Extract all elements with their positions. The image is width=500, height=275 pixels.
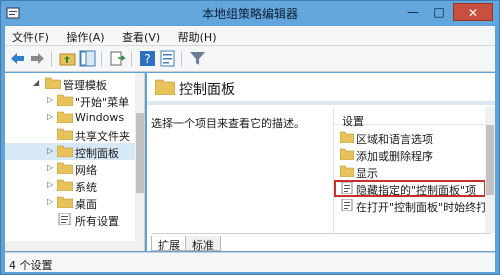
expander-closed-icon[interactable]: ▷ xyxy=(47,163,55,173)
tree-item-shared-folders[interactable]: 共享文件夹 xyxy=(5,126,135,143)
tree-item-label: 管理模板 xyxy=(63,79,107,92)
tab-standard[interactable]: 标准 xyxy=(185,236,221,251)
svg-text:?: ? xyxy=(144,52,150,66)
list-item[interactable]: 显示 xyxy=(334,163,486,180)
folder-icon xyxy=(57,111,73,123)
folder-icon xyxy=(340,131,354,143)
tree-item-all-settings[interactable]: 所有设置 xyxy=(5,211,135,228)
folder-icon xyxy=(340,165,354,177)
folder-icon xyxy=(57,145,73,157)
expander-closed-icon[interactable]: ▷ xyxy=(47,95,55,105)
tree-item-start-menu[interactable]: ▷ "开始"菜单 xyxy=(5,92,135,109)
list-item[interactable]: 区域和语言选项 xyxy=(334,129,486,146)
details-header: 控制面板 xyxy=(147,73,495,101)
menu-bar: 文件(F) 操作(A) 查看(V) 帮助(H) xyxy=(5,26,495,46)
tree-item-windows[interactable]: ▷ Windows xyxy=(5,109,135,126)
expander-closed-icon[interactable]: ▷ xyxy=(47,112,55,122)
list-vertical-scrollbar[interactable] xyxy=(485,107,495,233)
tree-vertical-scrollbar[interactable] xyxy=(135,73,144,251)
scrollbar-thumb[interactable] xyxy=(486,125,494,195)
settings-list-icon xyxy=(58,213,71,225)
tree-pane: ◢ 管理模板 ▷ "开始"菜单 ▷ Windows 共享文件夹 ▷ 控制面板 ▷… xyxy=(5,73,145,251)
view-tabs: 扩展 标准 xyxy=(151,233,491,251)
list-item-highlighted[interactable]: 隐藏指定的"控制面板"项 xyxy=(334,180,486,197)
tree-item-label: 共享文件夹 xyxy=(75,130,130,143)
export-list-icon[interactable] xyxy=(109,50,126,67)
folder-icon xyxy=(45,77,61,89)
close-button[interactable]: ✕ xyxy=(453,3,493,21)
list-column-header[interactable]: 设置 xyxy=(334,107,486,128)
list-item-label: 区域和语言选项 xyxy=(356,133,433,146)
expander-closed-icon[interactable]: ▷ xyxy=(47,197,55,207)
help-icon[interactable]: ? xyxy=(139,50,156,67)
expander-open-icon[interactable]: ◢ xyxy=(33,78,41,88)
tree-item-system[interactable]: ▷ 系统 xyxy=(5,177,135,194)
folder-icon xyxy=(57,94,73,106)
back-arrow-icon[interactable] xyxy=(9,50,26,67)
tree-item-admin-templates[interactable]: ◢ 管理模板 xyxy=(5,75,135,92)
toolbar-separator xyxy=(101,51,102,67)
forward-arrow-icon[interactable] xyxy=(29,50,46,67)
tree-item-label: 网络 xyxy=(75,164,97,177)
list-item-label: 显示 xyxy=(356,167,378,180)
settings-list: 设置 区域和语言选项 添加或删除程序 显示 隐藏指定的"控制面板"项 在打开"控… xyxy=(333,107,488,233)
tree-item-control-panel[interactable]: ▷ 控制面板 xyxy=(5,143,135,160)
show-hide-tree-icon[interactable] xyxy=(79,50,96,67)
list-item-label: 添加或删除程序 xyxy=(356,150,433,163)
policy-icon xyxy=(341,199,353,211)
folder-icon xyxy=(57,128,73,140)
status-bar: 4 个设置 xyxy=(5,252,495,272)
details-pane: 控制面板 选择一个项目来查看它的描述。 设置 区域和语言选项 添加或删除程序 显… xyxy=(147,73,495,251)
column-header-label: 设置 xyxy=(342,115,364,128)
description-text: 选择一个项目来查看它的描述。 xyxy=(151,117,305,130)
tab-extended[interactable]: 扩展 xyxy=(151,236,187,251)
menu-file[interactable]: 文件(F) xyxy=(5,26,56,45)
tree-horizontal-scrollbar[interactable] xyxy=(5,241,135,251)
filter-icon[interactable] xyxy=(189,50,206,67)
expander-closed-icon[interactable]: ▷ xyxy=(47,146,55,156)
menu-help[interactable]: 帮助(H) xyxy=(171,26,224,45)
tree-item-label: "开始"菜单 xyxy=(75,96,130,109)
toolbar-separator xyxy=(181,51,182,67)
tree-item-desktop[interactable]: ▷ 桌面 xyxy=(5,194,135,211)
details-title: 控制面板 xyxy=(179,82,235,98)
folder-icon xyxy=(57,179,73,191)
minimize-button[interactable]: — xyxy=(401,3,425,21)
policy-icon xyxy=(341,182,353,194)
list-item-label: 隐藏指定的"控制面板"项 xyxy=(356,184,477,197)
tree-item-label: 系统 xyxy=(75,181,97,194)
menu-view[interactable]: 查看(V) xyxy=(115,26,167,45)
folder-icon xyxy=(155,79,175,95)
toolbar-separator xyxy=(51,51,52,67)
up-folder-icon[interactable] xyxy=(59,50,76,67)
list-item-label: 在打开"控制面板"时始终打 xyxy=(356,201,488,214)
scrollbar-thumb[interactable] xyxy=(136,113,144,193)
toolbar-separator xyxy=(131,51,132,67)
tree-item-label: Windows xyxy=(75,111,125,124)
title-bar: 本地组策略编辑器 — □ ✕ xyxy=(1,1,499,25)
tree-item-label: 桌面 xyxy=(75,198,97,211)
tree-item-label: 所有设置 xyxy=(75,215,119,228)
menu-action[interactable]: 操作(A) xyxy=(59,26,111,45)
folder-icon xyxy=(57,162,73,174)
toolbar: ? xyxy=(5,46,495,72)
folder-icon xyxy=(57,196,73,208)
list-item[interactable]: 添加或删除程序 xyxy=(334,146,486,163)
list-item[interactable]: 在打开"控制面板"时始终打 xyxy=(334,197,488,214)
header-band xyxy=(147,101,495,105)
tree-item-label: 控制面板 xyxy=(75,147,119,160)
properties-icon[interactable] xyxy=(159,50,176,67)
tree-item-network[interactable]: ▷ 网络 xyxy=(5,160,135,177)
expander-closed-icon[interactable]: ▷ xyxy=(47,180,55,190)
gpedit-window: 本地组策略编辑器 — □ ✕ 文件(F) 操作(A) 查看(V) 帮助(H) ?… xyxy=(0,0,500,275)
folder-icon xyxy=(340,148,354,160)
status-text: 4 个设置 xyxy=(9,259,53,272)
maximize-button[interactable]: □ xyxy=(427,3,451,21)
